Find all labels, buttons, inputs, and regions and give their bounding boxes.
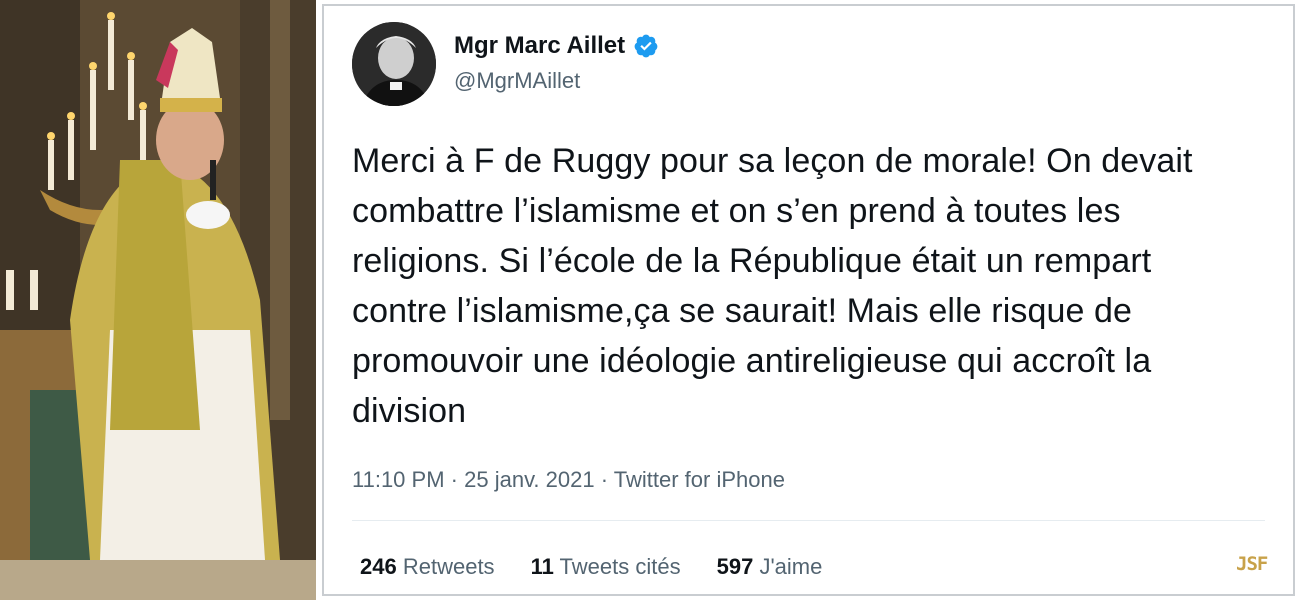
tweet-time[interactable]: 11:10 PM [352,467,445,492]
meta-separator: · [450,467,465,492]
likes-count: 597 [716,554,754,579]
tweet-text-line: religions. Si l’école de la République é… [352,242,1152,280]
likes-label: J'aime [759,554,823,579]
divider [352,520,1265,521]
tweet-text-line: combattre l’islamisme et on s’en prend à… [352,192,1121,230]
avatar[interactable] [352,22,436,106]
tweet-text-line: contre l’islamisme,ça se saurait! Mais e… [352,292,1133,330]
quotes-count: 11 [530,554,554,579]
tweet-text-line: division [352,392,467,430]
quotes-stat[interactable]: 11 Tweets cités [531,554,681,580]
bishop-photo [0,0,316,600]
engagement-stats: 246 Retweets 11 Tweets cités 597 J'aime [360,554,822,580]
tweet-date[interactable]: 25 janv. 2021 [464,467,594,492]
display-name[interactable]: Mgr Marc Aillet [454,32,625,60]
retweets-count: 246 [360,554,397,579]
quotes-label: Tweets cités [559,554,681,579]
username-handle[interactable]: @MgrMAillet [454,68,580,94]
tweet-source[interactable]: Twitter for iPhone [614,467,785,492]
retweets-label: Retweets [402,554,495,579]
tweet-text: Merci à F de Ruggy pour sa leçon de mora… [352,136,1272,436]
tweet-text-line: Merci à F de Ruggy pour sa leçon de mora… [352,142,1193,180]
meta-separator: · [600,467,614,492]
author-name-row: Mgr Marc Aillet [454,32,659,60]
verified-badge-icon [633,33,659,59]
likes-stat[interactable]: 597 J'aime [717,554,823,580]
tweet-card: Mgr Marc Aillet @MgrMAillet Merci à F de… [322,4,1295,596]
tweet-text-line: promouvoir une idéologie antireligieuse … [352,342,1152,380]
watermark-logo: JSF [1236,553,1268,575]
retweets-stat[interactable]: 246 Retweets [360,554,495,580]
tweet-metadata: 11:10 PM · 25 janv. 2021 · Twitter for i… [352,467,785,493]
